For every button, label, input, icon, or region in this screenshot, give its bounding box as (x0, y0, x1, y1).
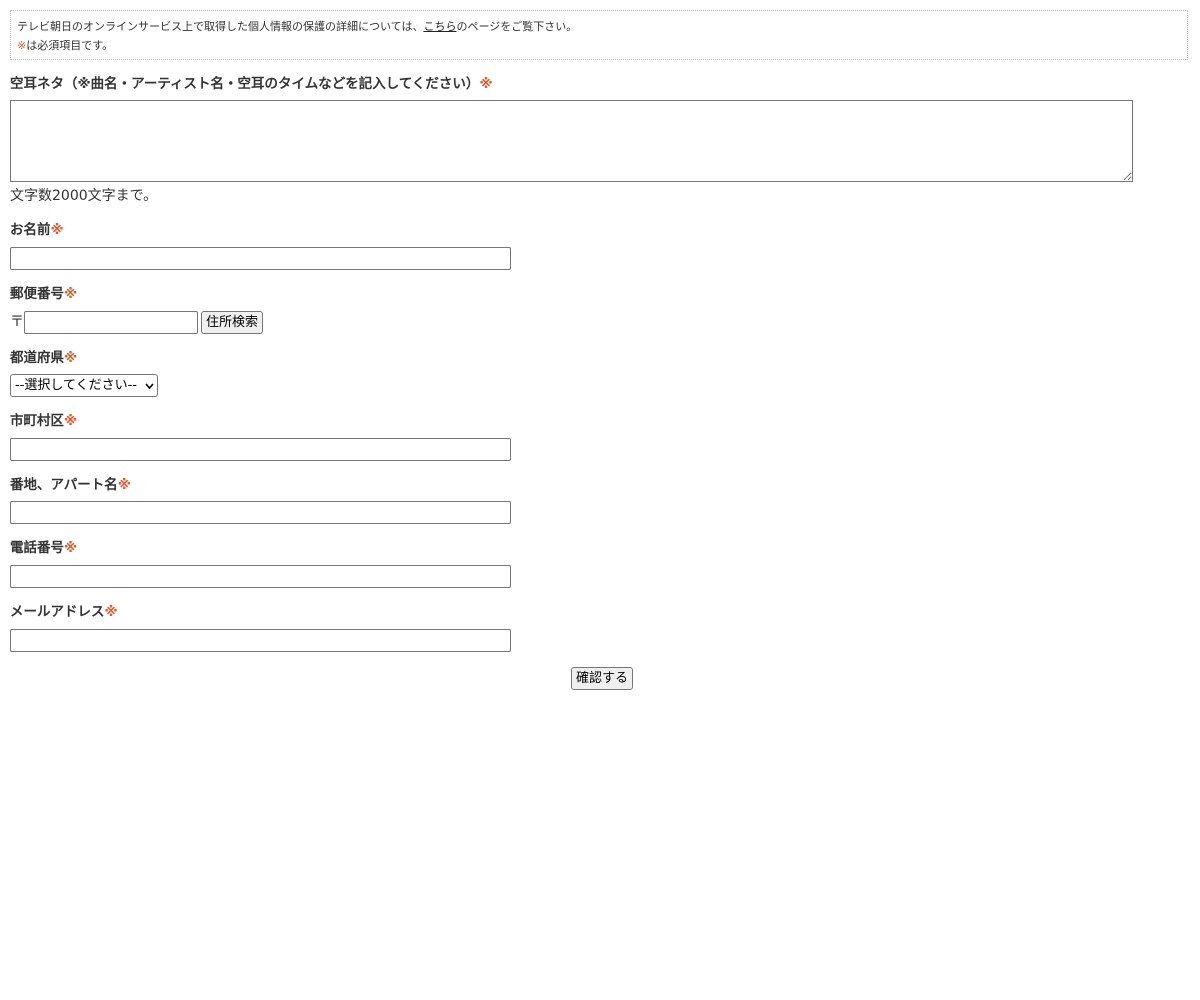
prefecture-select[interactable]: --選択してください-- (10, 374, 158, 397)
required-mark: ※ (104, 604, 118, 620)
confirm-button[interactable]: 確認する (571, 667, 634, 690)
neta-char-limit: 文字数2000文字まで。 (10, 188, 158, 204)
required-mark: ※ (64, 413, 78, 429)
zip-label-text: 郵便番号 (10, 286, 64, 302)
neta-label-text: 空耳ネタ（※曲名・アーティスト名・空耳のタイムなどを記入してください） (10, 76, 480, 92)
privacy-notice-text: テレビ朝日のオンラインサービス上で取得した個人情報の保護の詳細については、 (17, 20, 424, 33)
required-mark: ※ (479, 76, 493, 92)
required-notice-text: は必須項目です。 (26, 39, 114, 52)
city-label-text: 市町村区 (10, 413, 64, 429)
city-input[interactable] (10, 438, 511, 461)
address-input[interactable] (10, 501, 511, 524)
name-label-text: お名前 (10, 222, 51, 238)
required-mark: ※ (17, 39, 27, 52)
name-input[interactable] (10, 247, 511, 270)
required-mark: ※ (64, 286, 78, 302)
city-label: 市町村区※ (10, 412, 77, 430)
privacy-notice-suffix: のページをご覧下さい。 (456, 20, 578, 33)
neta-textarea[interactable] (10, 100, 1133, 182)
prefecture-label-text: 都道府県 (10, 350, 64, 366)
prefecture-label: 都道府県※ (10, 349, 77, 367)
chevron-down-icon (145, 383, 154, 390)
address-label: 番地、アパート名※ (10, 476, 131, 494)
prefecture-selected-value: --選択してください-- (15, 378, 137, 393)
email-label-text: メールアドレス (10, 604, 105, 620)
privacy-link[interactable]: こちら (423, 20, 456, 33)
required-notice-line: ※は必須項目です。 (17, 36, 1187, 55)
required-mark: ※ (50, 222, 64, 238)
privacy-notice: テレビ朝日のオンラインサービス上で取得した個人情報の保護の詳細については、こちら… (10, 10, 1188, 60)
address-search-button[interactable]: 住所検索 (201, 311, 264, 334)
zip-input[interactable] (24, 311, 198, 334)
name-label: お名前※ (10, 221, 64, 239)
address-label-text: 番地、アパート名 (10, 477, 118, 493)
required-mark: ※ (64, 350, 78, 366)
zip-label: 郵便番号※ (10, 285, 77, 303)
phone-input[interactable] (10, 565, 511, 588)
postal-mark: 〒 (10, 314, 24, 330)
neta-label: 空耳ネタ（※曲名・アーティスト名・空耳のタイムなどを記入してください）※ (10, 75, 493, 93)
phone-label: 電話番号※ (10, 539, 77, 557)
email-label: メールアドレス※ (10, 603, 118, 621)
required-mark: ※ (117, 477, 131, 493)
required-mark: ※ (64, 540, 78, 556)
email-input[interactable] (10, 629, 511, 652)
privacy-notice-line: テレビ朝日のオンラインサービス上で取得した個人情報の保護の詳細については、こちら… (17, 17, 1187, 36)
phone-label-text: 電話番号 (10, 540, 64, 556)
